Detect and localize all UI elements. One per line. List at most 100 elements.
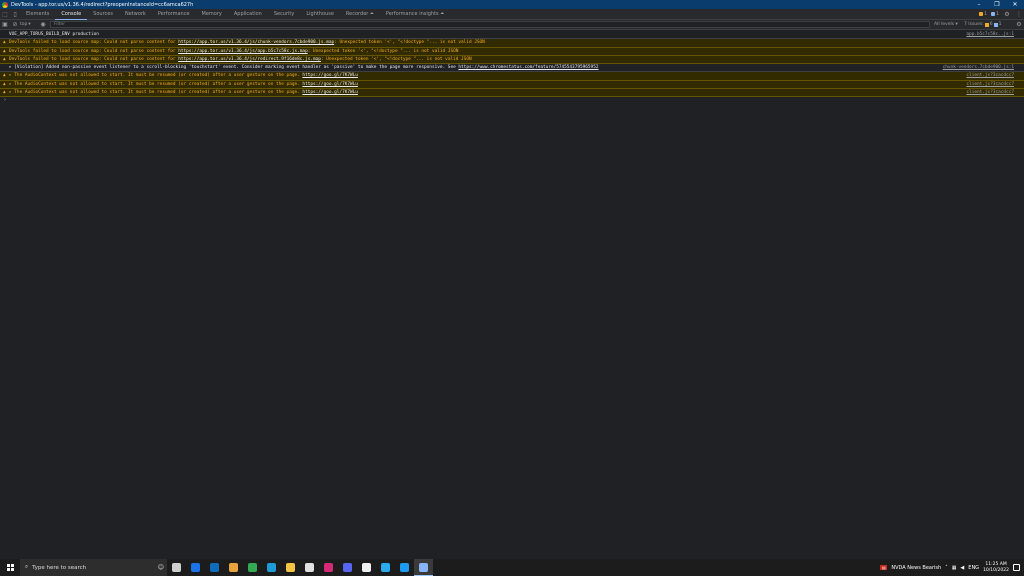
console-log-row[interactable]: ▸ [Violation] Added non-passive event li… xyxy=(0,64,1024,73)
console-warning-row[interactable]: ▲ ▸ The AudioContext was not allowed to s… xyxy=(0,89,1024,98)
minimize-button[interactable]: – xyxy=(970,0,988,9)
taskbar-app-button[interactable] xyxy=(414,559,433,576)
notification-icon[interactable] xyxy=(1013,564,1020,571)
taskbar-app-button[interactable] xyxy=(262,559,281,576)
console-message-link[interactable]: https://www.chromestatus.com/feature/574… xyxy=(458,65,598,70)
console-message-detail: : Unexpected token '<', "<!doctype "... … xyxy=(320,56,472,62)
devtools-tab-bar: ⬚ ▯ Elements Console Sources Network Per… xyxy=(0,9,1024,20)
console-log-row[interactable]: VUE_APP_TORUS_BUILD_ENV production app.b5… xyxy=(0,31,1024,40)
console-message-text: ▸ The AudioContext was not allowed to st… xyxy=(9,90,303,96)
language-indicator[interactable]: ENG xyxy=(968,565,979,571)
console-settings-gear-icon[interactable]: ⚙ xyxy=(1014,20,1024,30)
tab-lighthouse[interactable]: Lighthouse xyxy=(300,9,340,20)
store-icon xyxy=(305,563,314,572)
chevron-up-icon[interactable]: ˄ xyxy=(945,565,948,571)
issues-badge[interactable]: 1 xyxy=(990,12,1000,17)
warning-icon xyxy=(979,12,984,16)
console-message-text: DevTools failed to load source map: Coul… xyxy=(9,56,179,62)
network-icon[interactable]: ▦ xyxy=(952,565,957,571)
console-message-link[interactable]: https://app.tor.us/v1.36.4/js/redirect.9… xyxy=(178,57,321,62)
console-prompt[interactable]: › xyxy=(0,97,1024,104)
system-tray: ▤ NVDA News Bearish ˄ ▦ ◀ ENG 11:25 AM 1… xyxy=(880,562,1024,574)
tab-application[interactable]: Application xyxy=(228,9,268,20)
taskbar-app-button[interactable] xyxy=(376,559,395,576)
console-message-link[interactable]: https://goo.gl/7K7WLu xyxy=(302,90,358,95)
console-warning-row[interactable]: ▲ DevTools failed to load source map: Cou… xyxy=(0,55,1024,65)
issues-counter[interactable]: 7 Issues: 6 1 xyxy=(964,22,1014,27)
taskbar-app-button[interactable] xyxy=(224,559,243,576)
warnings-badge[interactable]: 1 xyxy=(978,12,988,17)
warning-icon: ▲ xyxy=(3,81,6,87)
info-icon xyxy=(993,22,998,27)
console-source-link[interactable]: client.js?3cacdcc7 xyxy=(966,89,1014,97)
tab-elements[interactable]: Elements xyxy=(20,9,55,20)
context-selector[interactable]: top ▾ xyxy=(20,22,38,27)
taskbar-app-button[interactable] xyxy=(281,559,300,576)
tab-console[interactable]: Console xyxy=(55,9,88,20)
console-source-link[interactable]: app.b5c7c58c..js:1 xyxy=(966,31,1014,39)
console-output[interactable]: VUE_APP_TORUS_BUILD_ENV production app.b5… xyxy=(0,31,1024,559)
close-button[interactable]: ✕ xyxy=(1006,0,1024,9)
console-message-link[interactable]: https://app.tor.us/v1.36.4/js/chunk-vend… xyxy=(178,40,334,45)
tab-security[interactable]: Security xyxy=(268,9,301,20)
tab-performance-insights[interactable]: Performance insights ⏶ xyxy=(380,9,450,20)
warning-icon: ▲ xyxy=(3,90,6,96)
window-title: DevTools - app.tor.us/v1.36.4/redirect?p… xyxy=(11,1,194,8)
console-source-link[interactable]: client.js?3cacdcc7 xyxy=(966,81,1014,89)
settings-gear-icon[interactable]: ⚙ xyxy=(1002,9,1012,19)
chrome-icon xyxy=(2,1,8,8)
console-source-link[interactable]: client.js?3cacdcc7 xyxy=(966,72,1014,80)
taskbar-app-button[interactable] xyxy=(243,559,262,576)
console-message-link[interactable]: https://goo.gl/7K7WLu xyxy=(302,82,358,87)
start-button[interactable] xyxy=(0,564,20,571)
tab-sources[interactable]: Sources xyxy=(87,9,119,20)
console-warning-row[interactable]: ▲ DevTools failed to load source map: Cou… xyxy=(0,39,1024,48)
news-icon[interactable]: ▤ xyxy=(880,565,888,570)
warning-icon: ▲ xyxy=(3,56,6,62)
calendar-icon xyxy=(210,563,219,572)
maximize-button[interactable]: ❐ xyxy=(988,0,1006,9)
log-levels-dropdown[interactable]: All levels ▾ xyxy=(934,22,964,27)
eye-icon[interactable]: ◉ xyxy=(38,20,48,30)
console-warning-row[interactable]: ▲ ▸ The AudioContext was not allowed to s… xyxy=(0,72,1024,81)
taskbar-app-button[interactable] xyxy=(300,559,319,576)
taskbar-app-button[interactable] xyxy=(319,559,338,576)
inspect-element-icon[interactable]: ⬚ xyxy=(0,9,10,19)
console-warning-row[interactable]: ▲ ▸ The AudioContext was not allowed to s… xyxy=(0,80,1024,90)
instagram-icon xyxy=(324,563,333,572)
tab-memory[interactable]: Memory xyxy=(196,9,228,20)
console-message-text: ▸ The AudioContext was not allowed to st… xyxy=(9,81,303,87)
console-source-link[interactable]: chunk-vendors.7cbde900.js:1 xyxy=(943,64,1014,72)
windows-taskbar: ⌕ Type here to search 😊 ▤ NVDA News Bear… xyxy=(0,559,1024,576)
console-warning-row[interactable]: ▲ DevTools failed to load source map: Cou… xyxy=(0,47,1024,56)
edge-icon xyxy=(267,563,276,572)
console-message-link[interactable]: https://app.tor.us/v1.36.4/js/app.b5c7c5… xyxy=(178,49,308,54)
taskbar-app-button[interactable] xyxy=(167,559,186,576)
news-widget[interactable]: NVDA News Bearish xyxy=(891,565,941,571)
taskbar-app-button[interactable] xyxy=(186,559,205,576)
device-toolbar-icon[interactable]: ▯ xyxy=(10,9,20,19)
taskbar-app-button[interactable] xyxy=(357,559,376,576)
tab-network[interactable]: Network xyxy=(119,9,152,20)
telegram-icon xyxy=(381,563,390,572)
chrome-profile-icon xyxy=(229,563,238,572)
console-message-link[interactable]: https://goo.gl/7K7WLu xyxy=(302,73,358,78)
volume-icon[interactable]: ◀ xyxy=(960,565,964,571)
warning-icon: ▲ xyxy=(3,40,6,46)
sidebar-toggle-icon[interactable]: ▣ xyxy=(0,20,10,30)
taskbar-app-button[interactable] xyxy=(338,559,357,576)
tab-recorder[interactable]: Recorder ⏶ xyxy=(340,9,380,20)
filter-input[interactable]: Filter xyxy=(50,21,930,28)
warning-icon: ▲ xyxy=(3,48,6,54)
clock[interactable]: 11:25 AM 10/10/2022 xyxy=(983,562,1009,574)
console-message-text: ▸ [Violation] Added non-passive event li… xyxy=(9,65,459,71)
taskbar-search-box[interactable]: ⌕ Type here to search 😊 xyxy=(20,559,167,576)
taskbar-app-button[interactable] xyxy=(395,559,414,576)
tab-performance[interactable]: Performance xyxy=(152,9,196,20)
clear-console-icon[interactable]: ⊘ xyxy=(10,20,20,30)
chrome-icon xyxy=(248,563,257,572)
more-options-icon[interactable]: ⋮ xyxy=(1014,9,1024,19)
taskbar-app-button[interactable] xyxy=(205,559,224,576)
warning-icon xyxy=(984,22,989,27)
console-message-text: ▸ The AudioContext was not allowed to st… xyxy=(9,73,303,79)
